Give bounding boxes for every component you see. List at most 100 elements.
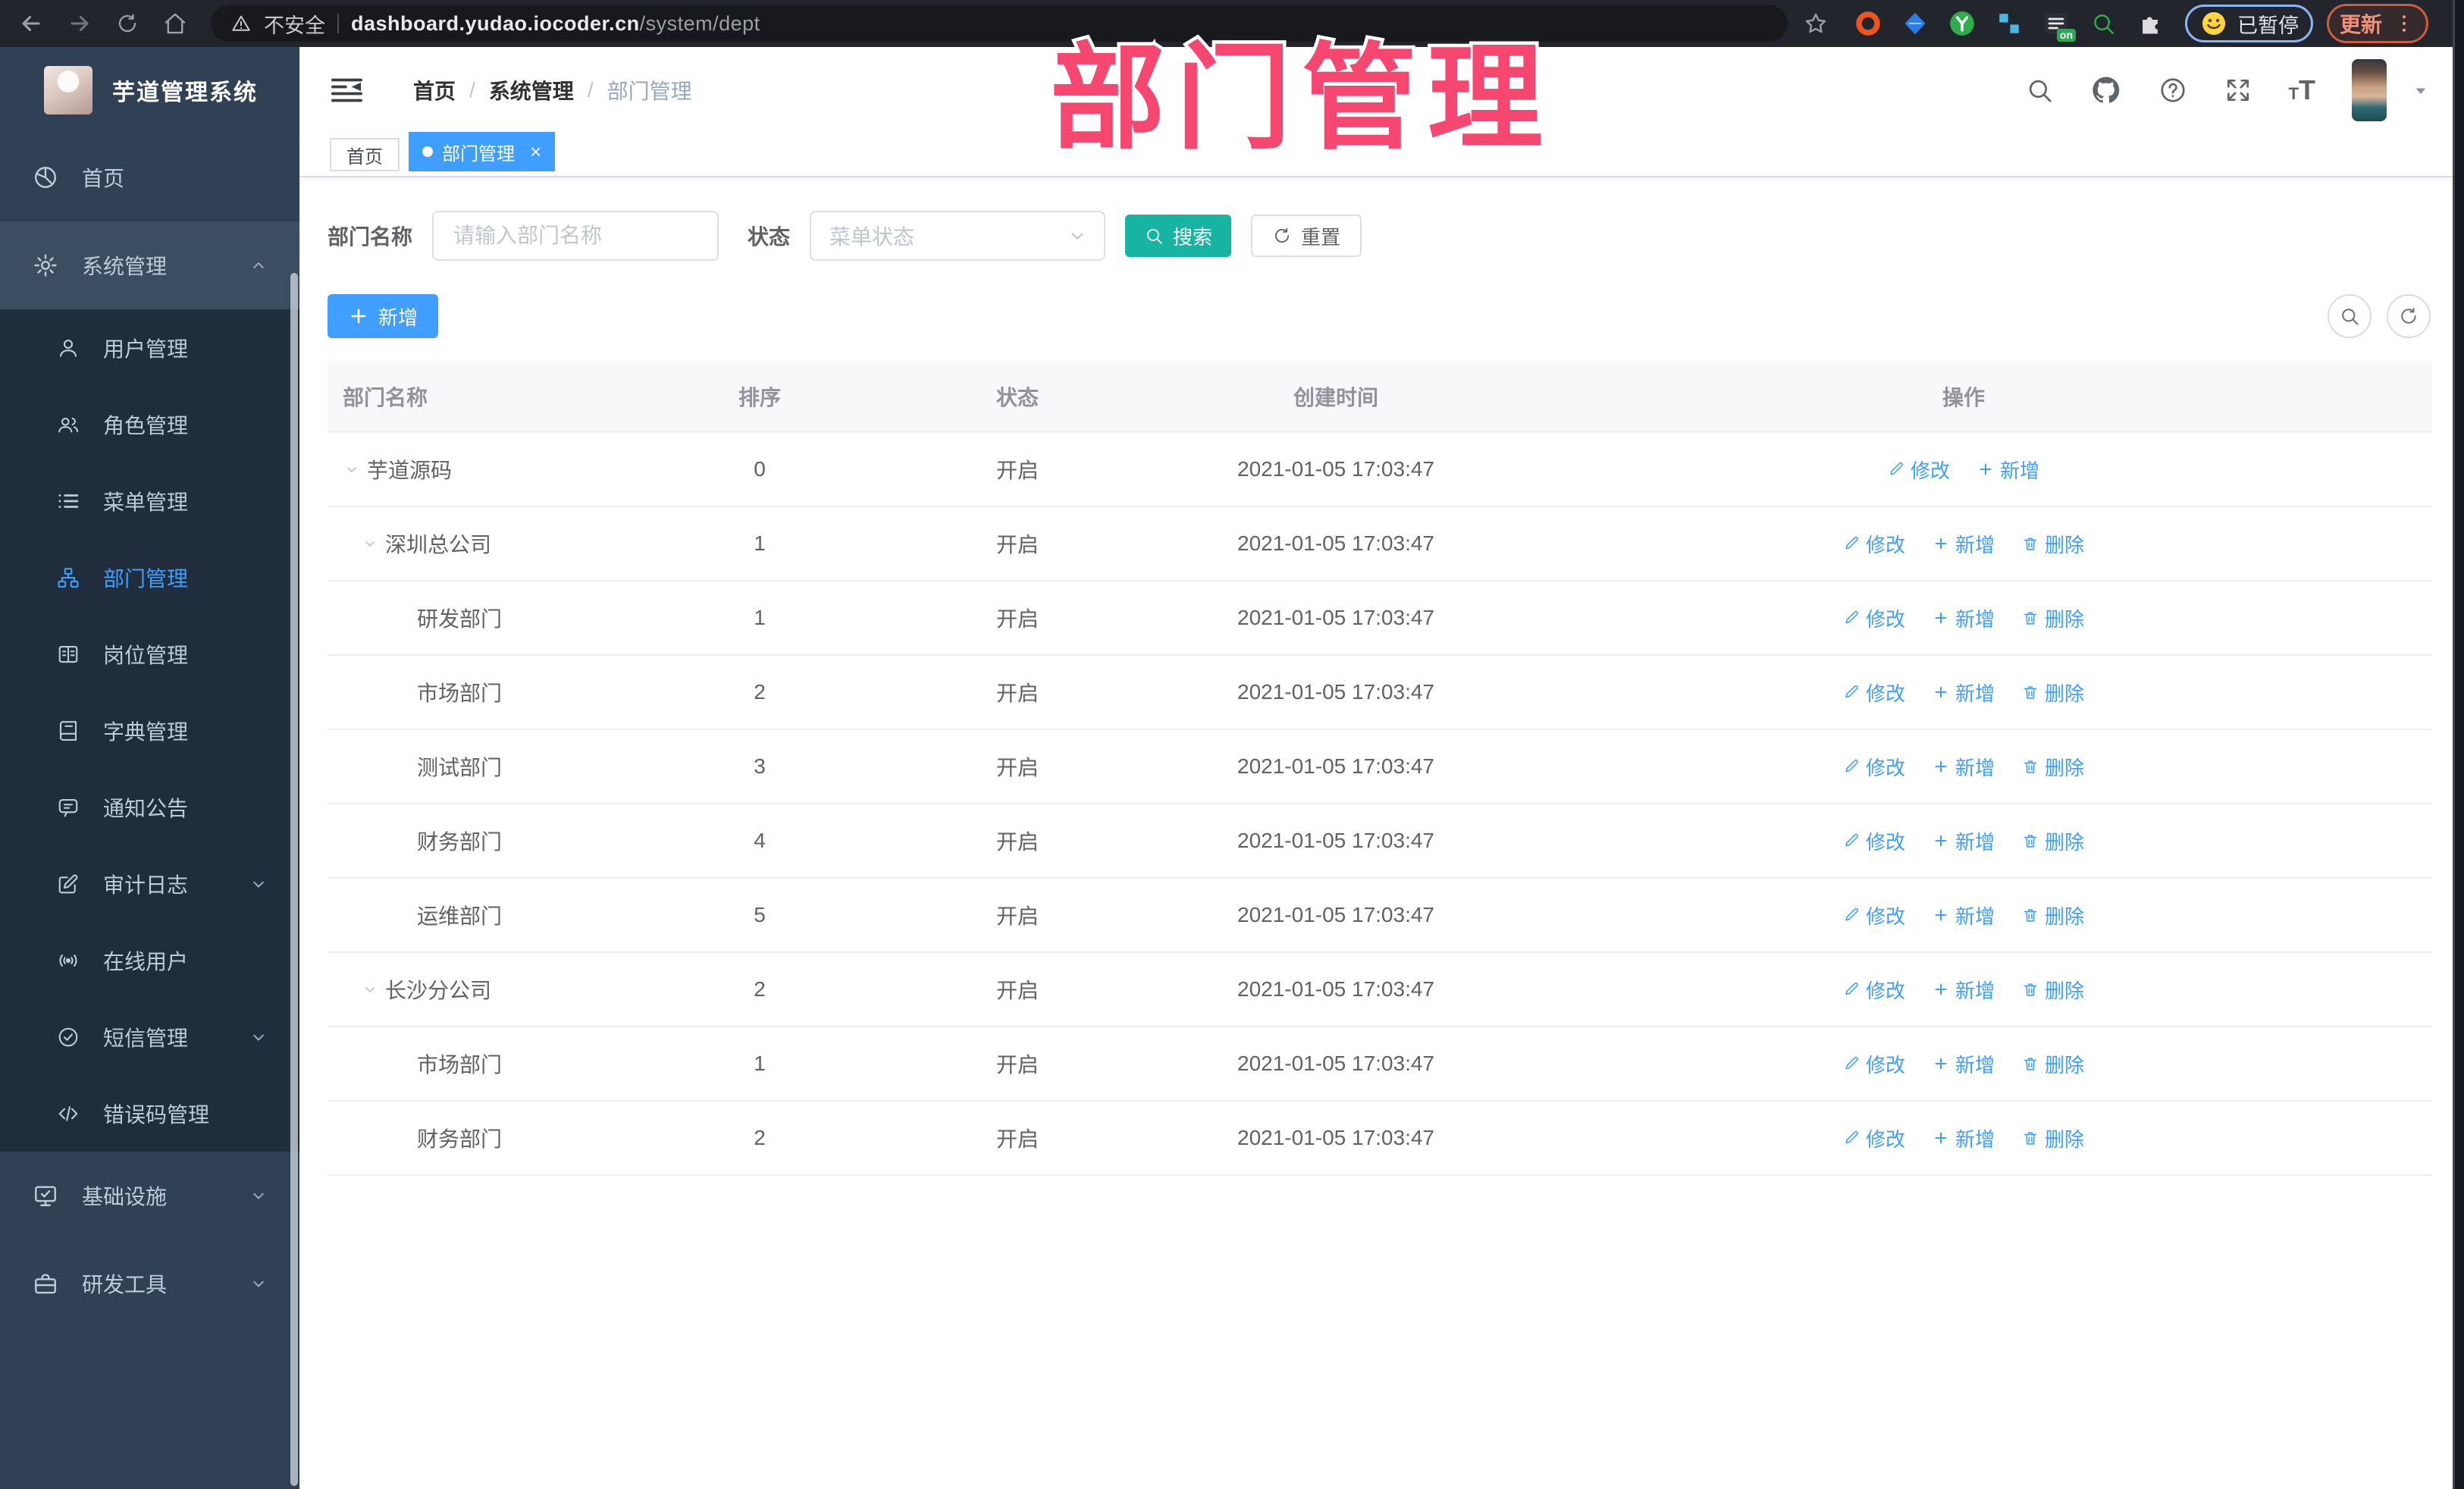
avatar-caret-down-icon[interactable] xyxy=(2409,79,2432,102)
delete-action-link[interactable]: 删除 xyxy=(2022,976,2084,1004)
sidebar-item-岗位管理[interactable]: 岗位管理 xyxy=(0,616,299,692)
add-action-link[interactable]: 新增 xyxy=(1977,456,2039,484)
cell-created: 2021-01-05 17:03:47 xyxy=(1237,829,1434,852)
help-icon[interactable] xyxy=(2158,76,2187,105)
window-scrollbar-edge[interactable] xyxy=(2453,0,2464,1489)
extension-list-icon[interactable]: on xyxy=(2042,10,2076,42)
cell-created: 2021-01-05 17:03:47 xyxy=(1237,606,1434,629)
sidebar-item-审计日志[interactable]: 审计日志 xyxy=(0,845,299,922)
sidebar-item-label: 错误码管理 xyxy=(103,1102,210,1127)
add-action-link[interactable]: 新增 xyxy=(1933,1124,1995,1152)
add-action-link[interactable]: 新增 xyxy=(1933,753,1995,781)
delete-action-link[interactable]: 删除 xyxy=(2022,530,2084,558)
delete-action-link[interactable]: 删除 xyxy=(2022,827,2084,855)
delete-action-link[interactable]: 删除 xyxy=(2022,753,2084,781)
add-action-link[interactable]: 新增 xyxy=(1933,976,1995,1004)
show-search-toggle-button[interactable] xyxy=(2328,294,2372,338)
breadcrumb-separator: / xyxy=(587,78,594,102)
browser-reload-icon[interactable] xyxy=(115,11,140,36)
add-action-link[interactable]: 新增 xyxy=(1933,1050,1995,1078)
tab-item[interactable]: 首页 xyxy=(330,138,400,171)
extension-gem-icon[interactable] xyxy=(1901,10,1929,37)
edit-action-link[interactable]: 修改 xyxy=(1843,604,1905,632)
add-action-link[interactable]: 新增 xyxy=(1933,827,1995,855)
expand-arrow-icon[interactable] xyxy=(343,460,361,478)
add-action-link[interactable]: 新增 xyxy=(1933,604,1995,632)
table-row: 市场部门 2 开启 2021-01-05 17:03:47 修改 新增 删除 xyxy=(328,656,2432,730)
delete-action-link[interactable]: 删除 xyxy=(2022,604,2084,632)
delete-action-link[interactable]: 删除 xyxy=(2022,1124,2084,1152)
notice-icon xyxy=(55,796,82,819)
add-button[interactable]: 新增 xyxy=(328,294,438,338)
sidebar-item-通知公告[interactable]: 通知公告 xyxy=(0,769,299,845)
breadcrumb: 首页 / 系统管理 / 部门管理 xyxy=(413,75,692,105)
expand-arrow-icon[interactable] xyxy=(361,980,379,998)
browser-back-icon[interactable] xyxy=(18,11,44,36)
sidebar-item-菜单管理[interactable]: 菜单管理 xyxy=(0,462,299,539)
search-icon[interactable] xyxy=(2025,76,2054,105)
sidebar-item-角色管理[interactable]: 角色管理 xyxy=(0,386,299,462)
sidebar-scrollbar[interactable] xyxy=(290,273,298,1486)
kebab-menu-icon[interactable] xyxy=(2393,12,2415,35)
delete-action-link[interactable]: 删除 xyxy=(2022,901,2084,929)
extension-ubuntu-icon[interactable] xyxy=(1854,10,1882,37)
sidebar-item-系统管理[interactable]: 系统管理 xyxy=(0,221,299,309)
font-size-icon[interactable]: TT xyxy=(2289,74,2315,106)
edit-action-link[interactable]: 修改 xyxy=(1843,901,1905,929)
fullscreen-icon[interactable] xyxy=(2224,76,2252,105)
add-action-link[interactable]: 新增 xyxy=(1933,901,1995,929)
extension-green-y-icon[interactable] xyxy=(1948,10,1976,37)
breadcrumb-item[interactable]: 系统管理 xyxy=(489,75,574,105)
paused-extension-pill[interactable]: 已暂停 xyxy=(2185,5,2313,42)
sidebar-collapse-icon[interactable] xyxy=(331,77,363,104)
sidebar-submenu: 用户管理 角色管理 菜单管理 部门管理 岗位管理 字典管理 通知公告 审计日志 在线用户 短信管理… xyxy=(0,309,299,1152)
column-header: 排序 xyxy=(738,385,781,409)
edit-action-link[interactable]: 修改 xyxy=(1843,679,1905,707)
sidebar-item-在线用户[interactable]: 在线用户 xyxy=(0,922,299,998)
address-bar[interactable]: 不安全 dashboard.yudao.iocoder.cn/system/de… xyxy=(211,5,1788,42)
extension-squares-icon[interactable] xyxy=(1995,10,2023,37)
sidebar-item-用户管理[interactable]: 用户管理 xyxy=(0,309,299,386)
edit-action-link[interactable]: 修改 xyxy=(1843,1050,1905,1078)
edit-action-link[interactable]: 修改 xyxy=(1888,456,1950,484)
tab-active[interactable]: 部门管理 × xyxy=(409,132,556,171)
add-action-link[interactable]: 新增 xyxy=(1933,679,1995,707)
sidebar-item-首页[interactable]: 首页 xyxy=(0,133,299,221)
sidebar-item-基础设施[interactable]: 基础设施 xyxy=(0,1152,299,1240)
edit-action-link[interactable]: 修改 xyxy=(1843,753,1905,781)
browser-forward-icon[interactable] xyxy=(67,11,92,36)
action-label: 修改 xyxy=(1865,1053,1905,1077)
extension-magnifier-icon[interactable] xyxy=(2089,10,2117,37)
delete-action-link[interactable]: 删除 xyxy=(2022,1050,2084,1078)
sidebar-item-短信管理[interactable]: 短信管理 xyxy=(0,998,299,1075)
expand-arrow-icon[interactable] xyxy=(361,534,379,553)
dept-name-input[interactable] xyxy=(432,211,719,261)
refresh-table-button[interactable] xyxy=(2387,294,2431,338)
delete-action-link[interactable]: 删除 xyxy=(2022,679,2084,707)
tab-label: 首页 xyxy=(346,146,383,168)
sidebar-item-部门管理[interactable]: 部门管理 xyxy=(0,539,299,616)
github-icon[interactable] xyxy=(2090,74,2122,106)
extension-icons: on xyxy=(1854,10,2164,42)
add-action-link[interactable]: 新增 xyxy=(1933,530,1995,558)
browser-update-button[interactable]: 更新 xyxy=(2327,4,2429,43)
breadcrumb-item[interactable]: 首页 xyxy=(413,75,456,105)
extension-puzzle-icon[interactable] xyxy=(2136,10,2164,37)
sidebar-item-字典管理[interactable]: 字典管理 xyxy=(0,692,299,769)
reset-button[interactable]: 重置 xyxy=(1251,215,1362,257)
app-logo-row[interactable]: 芋道管理系统 xyxy=(0,47,299,133)
browser-home-icon[interactable] xyxy=(162,11,188,36)
cell-created: 2021-01-05 17:03:47 xyxy=(1237,1126,1434,1149)
tab-close-icon[interactable]: × xyxy=(530,142,541,161)
edit-action-link[interactable]: 修改 xyxy=(1843,530,1905,558)
sidebar-item-错误码管理[interactable]: 错误码管理 xyxy=(0,1075,299,1152)
bookmark-star-icon[interactable] xyxy=(1803,11,1829,36)
sidebar-item-研发工具[interactable]: 研发工具 xyxy=(0,1240,299,1328)
column-header: 部门名称 xyxy=(343,385,428,409)
search-button[interactable]: 搜索 xyxy=(1125,215,1232,257)
edit-action-link[interactable]: 修改 xyxy=(1843,976,1905,1004)
edit-action-link[interactable]: 修改 xyxy=(1843,1124,1905,1152)
status-select[interactable]: 菜单状态 xyxy=(810,211,1106,261)
edit-action-link[interactable]: 修改 xyxy=(1843,827,1905,855)
user-avatar[interactable] xyxy=(2352,59,2387,121)
